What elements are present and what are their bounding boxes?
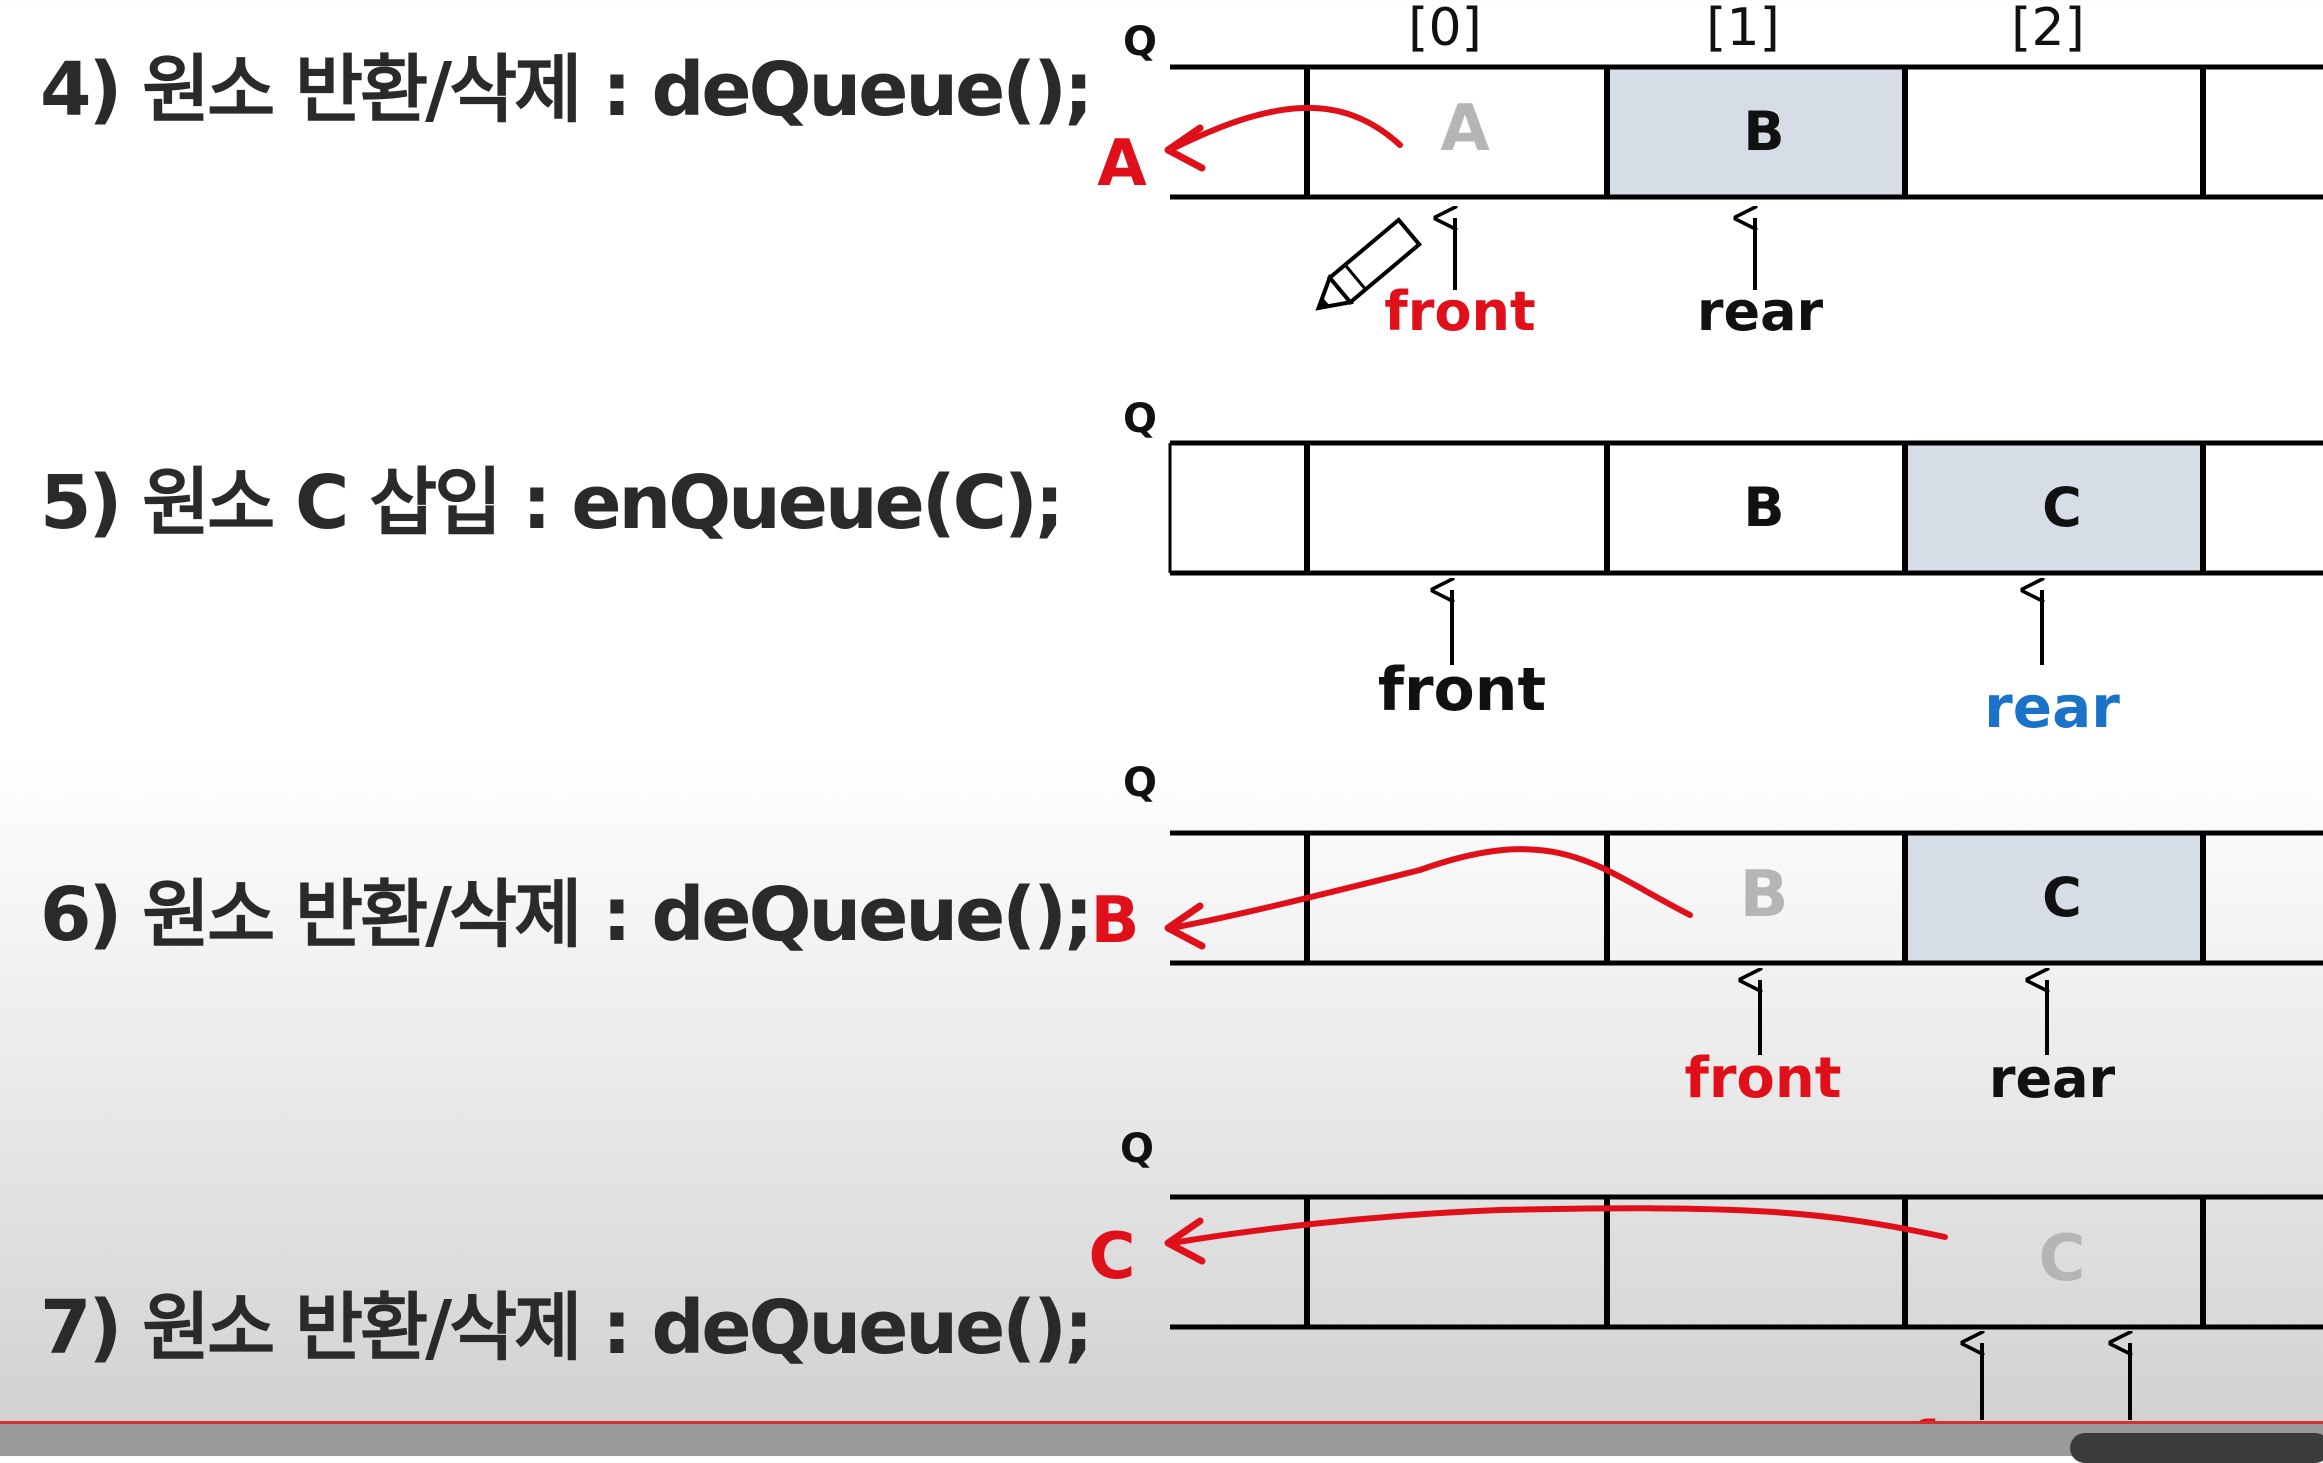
index-label-0: [0] bbox=[1408, 0, 1482, 58]
queue-name-label: Q bbox=[1123, 19, 1157, 65]
queue-cell-value: C bbox=[2042, 866, 2082, 929]
index-label-1: [1] bbox=[1706, 0, 1780, 58]
video-progress-played bbox=[0, 1421, 2323, 1424]
queue-diagram-stage: 4) 원소 반환/삭제 : deQueue(); 5) 원소 C 삽입 : en… bbox=[0, 0, 2323, 1463]
dequeue-arrow-curve bbox=[1169, 846, 1693, 931]
rear-pointer-label: rear bbox=[1697, 280, 1824, 343]
queue-cell-value: B bbox=[1743, 100, 1784, 163]
queue-cell-value: B bbox=[1743, 476, 1784, 539]
queue-name-label: Q bbox=[1120, 1126, 1154, 1172]
dequeued-value: B bbox=[1091, 884, 1140, 958]
front-pointer-label: front bbox=[1378, 655, 1546, 725]
dequeue-arrow-curve bbox=[1169, 1205, 1948, 1246]
queue-name-label: Q bbox=[1123, 760, 1157, 806]
queue-diagram: [0] [1] [2] Q A B Afront rear Q B Cfront rear Q B C Bfr… bbox=[1089, 0, 2323, 1456]
rear-pointer-label: rear bbox=[1989, 1047, 2116, 1110]
dequeued-value: A bbox=[1097, 127, 1147, 201]
index-label-2: [2] bbox=[2011, 0, 2085, 58]
video-control-pill[interactable] bbox=[2070, 1433, 2323, 1463]
dequeue-arrowhead bbox=[1164, 124, 1206, 172]
front-pointer-label: front bbox=[1384, 280, 1535, 343]
dequeue-arrow-curve bbox=[1167, 104, 1403, 153]
queue-cell-value: C bbox=[2042, 476, 2082, 539]
queue-name-label: Q bbox=[1123, 396, 1157, 442]
front-pointer-label: front bbox=[1684, 1046, 1841, 1111]
video-progress-bar[interactable] bbox=[0, 1421, 2323, 1463]
queue-cell-value: B bbox=[1740, 858, 1789, 932]
queue-cell-value: C bbox=[2039, 1222, 2086, 1296]
rear-pointer-label: rear bbox=[1984, 673, 2120, 741]
dequeued-value: C bbox=[1089, 1220, 1136, 1294]
queue-cell-value: A bbox=[1440, 92, 1490, 166]
